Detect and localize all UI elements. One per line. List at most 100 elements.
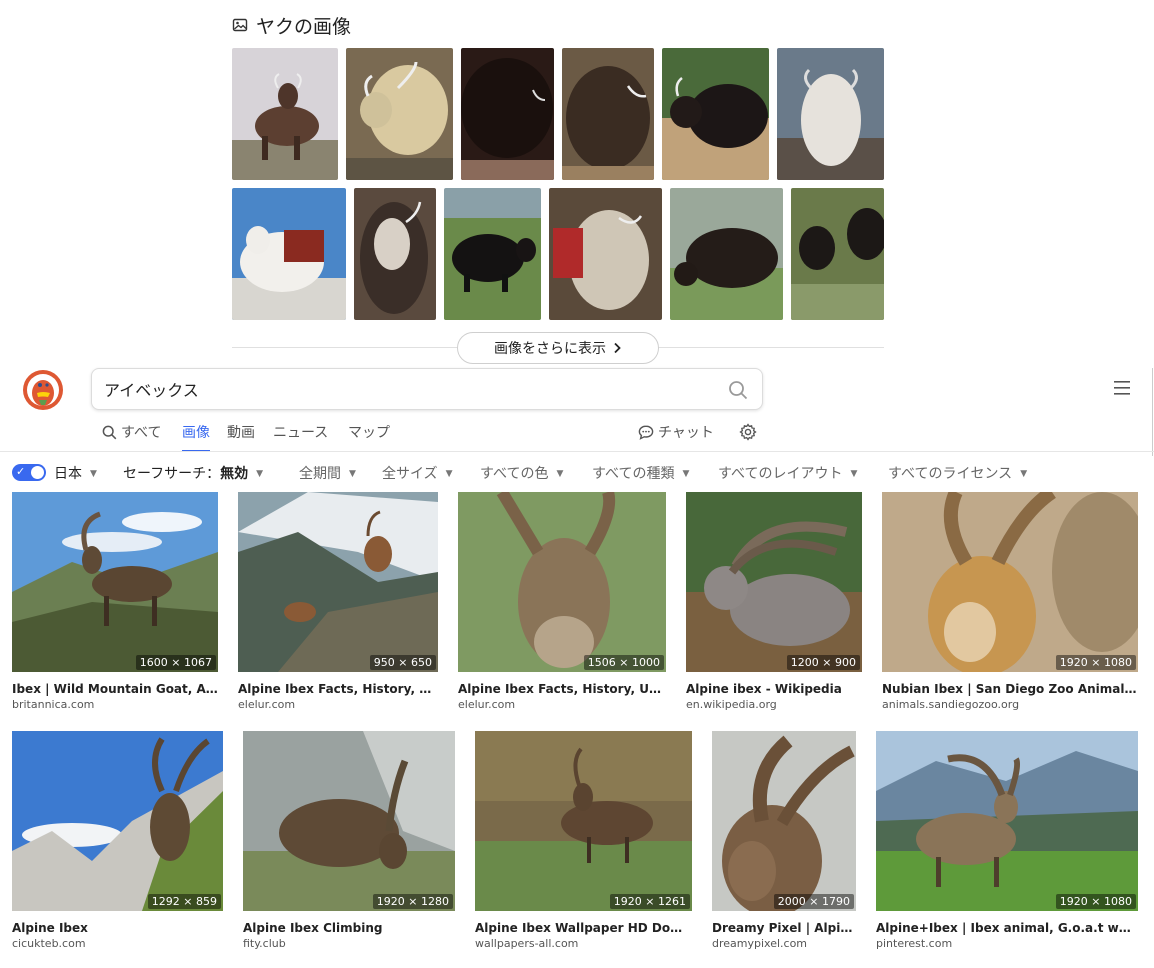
layout-filter[interactable]: すべてのレイアウト ▼	[718, 463, 857, 483]
tab-maps[interactable]: マップ	[348, 422, 390, 452]
image-result-source[interactable]: wallpapers-all.com	[475, 937, 692, 950]
yak-thumbnail[interactable]	[461, 48, 554, 180]
image-result[interactable]: 1506 × 1000 Alpine Ibex Facts, History, …	[458, 492, 666, 711]
image-result-thumbnail[interactable]: 2000 × 1790	[712, 731, 856, 911]
image-result-title[interactable]: Alpine Ibex Facts, History, Useful Infor…	[458, 682, 666, 696]
image-result-source[interactable]: pinterest.com	[876, 937, 1138, 950]
image-result-source[interactable]: elelur.com	[238, 698, 438, 711]
caret-down-icon: ▼	[445, 469, 453, 479]
yak-thumbnail[interactable]	[444, 188, 541, 320]
image-result-title[interactable]: Dreamy Pixel | Alpine Ibex	[712, 921, 856, 935]
caret-down-icon: ▼	[349, 469, 356, 479]
image-result[interactable]: 1600 × 1067 Ibex | Wild Mountain Goat, A…	[12, 492, 218, 711]
tab-chat[interactable]: チャット	[638, 422, 714, 452]
image-result-source[interactable]: en.wikipedia.org	[686, 698, 862, 711]
license-filter[interactable]: すべてのライセンス ▼	[888, 463, 1027, 483]
image-result-source[interactable]: dreamypixel.com	[712, 937, 856, 950]
image-result-title[interactable]: Alpine Ibex Facts, History, Useful Infor…	[238, 682, 438, 696]
image-icon	[232, 18, 248, 32]
image-result[interactable]: 950 × 650 Alpine Ibex Facts, History, Us…	[238, 492, 438, 711]
image-result-thumbnail[interactable]: 1920 × 1280	[243, 731, 455, 911]
size-filter-label: 全サイズ	[382, 466, 438, 482]
search-bar[interactable]	[91, 368, 763, 410]
image-result-source[interactable]: elelur.com	[458, 698, 666, 711]
duckduckgo-logo-icon[interactable]	[22, 369, 64, 411]
yak-thumbnail[interactable]	[549, 188, 662, 320]
search-icon[interactable]	[728, 380, 748, 400]
caret-down-icon: ▼	[90, 469, 97, 479]
image-dimensions: 1920 × 1080	[1055, 894, 1136, 909]
tab-news-label: ニュース	[273, 425, 329, 441]
image-result[interactable]: 1292 × 859 Alpine Ibex cicukteb.com	[12, 731, 223, 950]
image-result-source[interactable]: fity.club	[243, 937, 455, 950]
image-result-thumbnail[interactable]: 950 × 650	[238, 492, 438, 672]
image-result-thumbnail[interactable]: 1292 × 859	[12, 731, 223, 911]
image-result-thumbnail[interactable]: 1920 × 1261	[475, 731, 692, 911]
image-result-title[interactable]: Alpine Ibex Climbing	[243, 921, 455, 935]
hamburger-icon[interactable]	[1114, 380, 1132, 396]
yak-thumbnail[interactable]	[346, 48, 453, 180]
image-result-title[interactable]: Alpine Ibex	[12, 921, 223, 935]
tab-videos[interactable]: 動画	[227, 422, 255, 452]
safe-search-value: 無効	[220, 466, 249, 482]
time-filter[interactable]: 全期間 ▼	[299, 463, 356, 483]
tab-images[interactable]: 画像	[182, 422, 210, 452]
size-filter[interactable]: 全サイズ ▼	[382, 463, 453, 483]
image-result[interactable]: 1200 × 900 Alpine ibex - Wikipedia en.wi…	[686, 492, 862, 711]
tab-videos-label: 動画	[227, 425, 255, 441]
image-dimensions: 1600 × 1067	[135, 655, 216, 670]
tab-images-label: 画像	[182, 425, 210, 441]
image-result-title[interactable]: Ibex | Wild Mountain Goat, Alpine Ibex, …	[12, 682, 218, 696]
yak-thumbnail[interactable]	[232, 188, 346, 320]
yak-thumbnail[interactable]	[232, 48, 338, 180]
gear-icon[interactable]	[739, 423, 757, 441]
image-result-thumbnail[interactable]: 1920 × 1080	[882, 492, 1138, 672]
image-result-title[interactable]: Alpine ibex - Wikipedia	[686, 682, 862, 696]
tab-all[interactable]: すべて	[102, 422, 161, 452]
chat-bubble-icon	[638, 425, 654, 440]
image-result[interactable]: 1920 × 1261 Alpine Ibex Wallpaper HD Dow…	[475, 731, 692, 950]
tab-news[interactable]: ニュース	[273, 422, 328, 452]
image-result[interactable]: 2000 × 1790 Dreamy Pixel | Alpine Ibex d…	[712, 731, 856, 950]
region-filter[interactable]: 日本 ▼	[54, 463, 97, 483]
safe-search-filter[interactable]: セーフサーチ：無効 ▼	[123, 463, 263, 483]
yak-thumbnail[interactable]	[562, 48, 654, 180]
image-result-title[interactable]: Alpine Ibex Wallpaper HD Download	[475, 921, 692, 935]
image-dimensions: 1292 × 859	[147, 894, 221, 909]
image-result-source[interactable]: cicukteb.com	[12, 937, 223, 950]
image-result-thumbnail[interactable]: 1200 × 900	[686, 492, 862, 672]
yak-thumbnail[interactable]	[670, 188, 783, 320]
yak-thumbnail[interactable]	[354, 188, 436, 320]
license-filter-label: すべてのライセンス	[888, 466, 1013, 482]
yak-thumbnail[interactable]	[662, 48, 769, 180]
yak-thumbnail[interactable]	[791, 188, 884, 320]
image-dimensions: 1506 × 1000	[583, 655, 664, 670]
show-more-images-button[interactable]: 画像をさらに表示	[457, 332, 659, 364]
image-result-title[interactable]: Nubian Ibex | San Diego Zoo Animals & Pl…	[882, 682, 1138, 696]
caret-down-icon: ▼	[256, 469, 264, 479]
chevron-right-icon	[614, 342, 621, 354]
type-filter[interactable]: すべての種類 ▼	[592, 463, 689, 483]
image-result[interactable]: 1920 × 1080 Nubian Ibex | San Diego Zoo …	[882, 492, 1138, 711]
image-result-source[interactable]: britannica.com	[12, 698, 218, 711]
yak-thumbnail[interactable]	[777, 48, 884, 180]
image-result-thumbnail[interactable]: 1506 × 1000	[458, 492, 666, 672]
yak-section-header: ヤクの画像	[232, 10, 884, 40]
image-result-source[interactable]: animals.sandiegozoo.org	[882, 698, 1138, 711]
image-result[interactable]: 1920 × 1280 Alpine Ibex Climbing fity.cl…	[243, 731, 455, 950]
tab-maps-label: マップ	[348, 425, 390, 441]
filter-bar: ✓ 日本 ▼ セーフサーチ：無効 ▼ 全期間 ▼ 全サイズ ▼ すべての色 ▼ すべての種…	[0, 458, 1154, 486]
image-dimensions: 1920 × 1261	[609, 894, 690, 909]
image-result-title[interactable]: Alpine+Ibex | Ibex animal, G.o.a.t wallp…	[876, 921, 1138, 935]
caret-down-icon: ▼	[556, 469, 564, 479]
image-result[interactable]: 1920 × 1080 Alpine+Ibex | Ibex animal, G…	[876, 731, 1138, 950]
image-result-thumbnail[interactable]: 1920 × 1080	[876, 731, 1138, 911]
show-more-label: 画像をさらに表示	[494, 341, 606, 357]
color-filter[interactable]: すべての色 ▼	[480, 463, 563, 483]
caret-down-icon: ▼	[850, 469, 858, 479]
region-label: 日本	[54, 466, 82, 482]
region-toggle[interactable]: ✓	[12, 464, 46, 481]
image-result-thumbnail[interactable]: 1600 × 1067	[12, 492, 218, 672]
search-input[interactable]	[104, 377, 704, 401]
color-filter-label: すべての色	[480, 466, 549, 482]
